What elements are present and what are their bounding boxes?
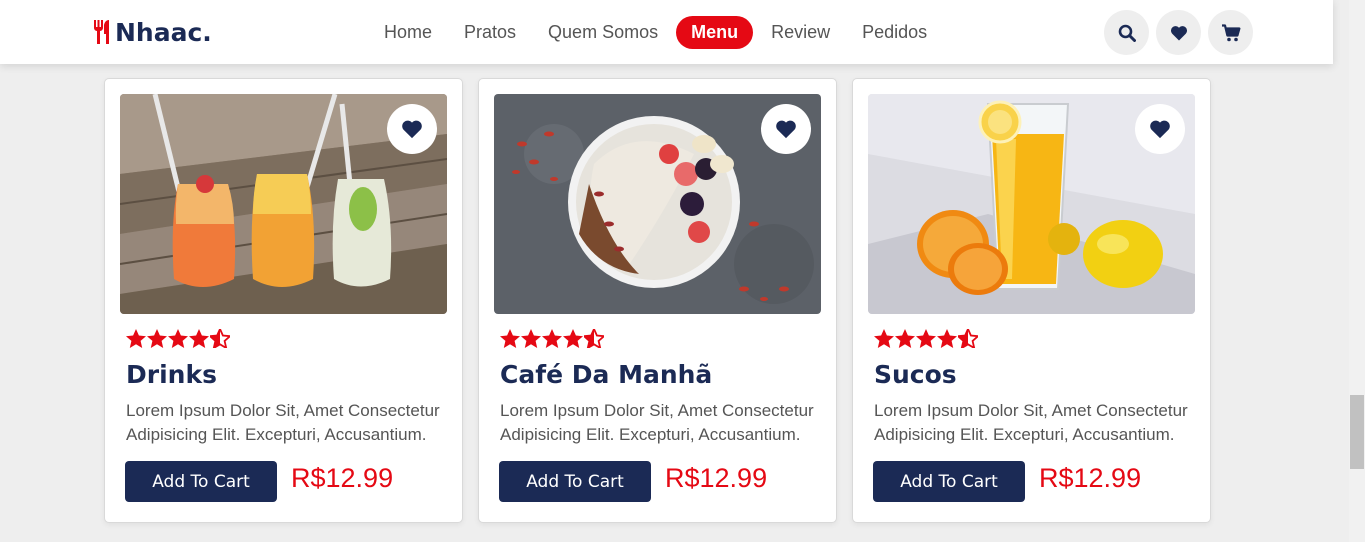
star-half-icon (584, 329, 604, 348)
drinks-image (120, 94, 447, 314)
heart-icon (1170, 25, 1187, 40)
heart-icon (776, 120, 796, 139)
nav-pratos[interactable]: Pratos (448, 16, 532, 49)
search-button[interactable] (1104, 10, 1149, 55)
favorite-button[interactable] (387, 104, 437, 154)
price: R$12.99 (1039, 463, 1142, 493)
star-icon (147, 329, 167, 348)
card-title: Café Da Manhã (500, 360, 713, 389)
star-icon (874, 329, 894, 348)
card-title: Drinks (126, 360, 217, 389)
star-icon (500, 329, 520, 348)
favorite-button[interactable] (761, 104, 811, 154)
star-icon (542, 329, 562, 348)
heart-icon (1150, 120, 1170, 139)
header-actions (1104, 10, 1260, 55)
star-icon (937, 329, 957, 348)
search-icon (1118, 24, 1136, 42)
add-to-cart-button[interactable]: Add To Cart (873, 461, 1025, 502)
cafe-da-manha-image (494, 94, 821, 314)
star-icon (521, 329, 541, 348)
logo-text: Nhaac. (115, 17, 212, 47)
cart-icon (1221, 23, 1240, 41)
star-half-icon (958, 329, 978, 348)
favorite-button[interactable] (1135, 104, 1185, 154)
star-icon (563, 329, 583, 348)
nav-home[interactable]: Home (368, 16, 448, 49)
star-half-icon (210, 329, 230, 348)
star-icon (916, 329, 936, 348)
logo[interactable]: Nhaac. (92, 14, 212, 50)
nav-quem-somos[interactable]: Quem Somos (532, 16, 674, 49)
star-icon (189, 329, 209, 348)
menu-card-sucos: Sucos Lorem Ipsum Dolor Sit, Amet Consec… (852, 78, 1211, 523)
heart-icon (402, 120, 422, 139)
utensils-icon (94, 19, 109, 44)
star-icon (895, 329, 915, 348)
price: R$12.99 (291, 463, 394, 493)
nav-pedidos[interactable]: Pedidos (846, 16, 943, 49)
add-to-cart-button[interactable]: Add To Cart (125, 461, 277, 502)
main-nav: Home Pratos Quem Somos Menu Review Pedid… (368, 14, 943, 50)
card-description: Lorem Ipsum Dolor Sit, Amet Consectetur … (874, 401, 1188, 444)
add-to-cart-button[interactable]: Add To Cart (499, 461, 651, 502)
star-icon (168, 329, 188, 348)
card-description: Lorem Ipsum Dolor Sit, Amet Consectetur … (500, 401, 814, 444)
price: R$12.99 (665, 463, 768, 493)
star-rating (874, 329, 979, 348)
sucos-image (868, 94, 1195, 314)
scrollbar-thumb[interactable] (1350, 395, 1364, 469)
nav-review[interactable]: Review (755, 16, 846, 49)
menu-card-drinks: Drinks Lorem Ipsum Dolor Sit, Amet Conse… (104, 78, 463, 523)
header: Nhaac. Home Pratos Quem Somos Menu Revie… (0, 0, 1333, 64)
favorites-button[interactable] (1156, 10, 1201, 55)
star-rating (500, 329, 605, 348)
card-description: Lorem Ipsum Dolor Sit, Amet Consectetur … (126, 401, 440, 444)
cart-button[interactable] (1208, 10, 1253, 55)
star-rating (126, 329, 231, 348)
nav-menu[interactable]: Menu (676, 15, 754, 49)
star-icon (126, 329, 146, 348)
menu-card-cafe-da-manha: Café Da Manhã Lorem Ipsum Dolor Sit, Ame… (478, 78, 837, 523)
card-title: Sucos (874, 360, 957, 389)
